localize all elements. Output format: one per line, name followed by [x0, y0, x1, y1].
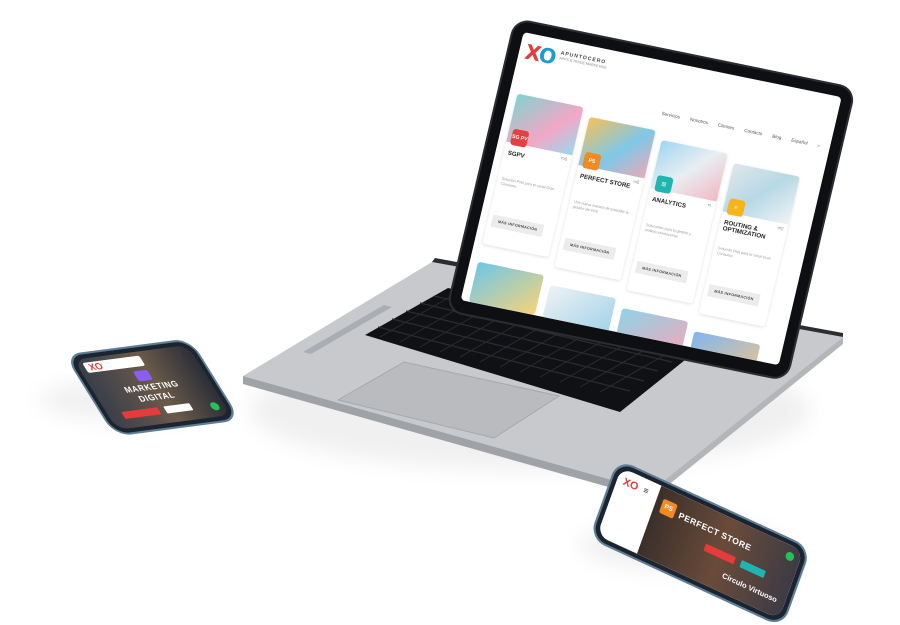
more-info-button[interactable]: MÁS INFORMACIÓN — [634, 260, 689, 284]
cta-button[interactable] — [121, 407, 162, 419]
search-icon[interactable]: ⌕ — [817, 143, 821, 149]
card-description: Una nueva manera de entender la gestión … — [572, 199, 629, 215]
more-info-button[interactable]: MÁS INFORMACIÓN — [490, 214, 545, 238]
product-card-preview — [540, 284, 617, 339]
nav-item-blog[interactable]: Blog — [772, 133, 782, 140]
nav-item-servicios[interactable]: Servicios — [661, 111, 680, 120]
more-info-button[interactable]: MÁS INFORMACIÓN — [562, 237, 617, 261]
nav-item-nosotros[interactable]: Nosotros — [689, 117, 708, 126]
chat-icon[interactable] — [208, 401, 222, 411]
card-title: ROUTING & OPTIMIZATION — [721, 220, 766, 241]
card-title: SGPV — [506, 150, 526, 160]
card-description: Soluciones para la gestión y análisis pr… — [644, 222, 692, 239]
menu-icon[interactable]: ≡ — [181, 351, 189, 359]
card-description: Solución Pokt para el canal Gran Consumo… — [716, 246, 772, 261]
nav-item-language[interactable]: Español — [791, 137, 808, 145]
phone-right-logo: XO — [621, 476, 640, 494]
device-icons: ▭ — [707, 201, 713, 208]
secondary-button[interactable] — [163, 403, 194, 414]
menu-icon[interactable]: ≡ — [642, 485, 650, 496]
card-title: PERFECT STORE — [579, 173, 631, 190]
card-description: Solución Pokt para el canal Gran Consumo… — [500, 176, 555, 192]
device-mockup-scene: XO APUNTOCERO APPS & TRADE MARKETING Ser… — [0, 0, 900, 625]
card-title: ANALYTICS — [651, 196, 687, 210]
site-logo[interactable]: XO — [523, 39, 558, 69]
product-card-preview — [685, 331, 761, 366]
product-card-preview — [468, 261, 545, 316]
nav-item-contacto[interactable]: Contacto — [744, 128, 763, 137]
laptop-display: XO APUNTOCERO APPS & TRADE MARKETING Ser… — [460, 32, 842, 366]
megaphone-icon — [132, 369, 154, 382]
nav-item-clientes[interactable]: Clientes — [717, 122, 734, 130]
more-info-button[interactable]: MÁS INFORMACIÓN — [706, 284, 761, 307]
